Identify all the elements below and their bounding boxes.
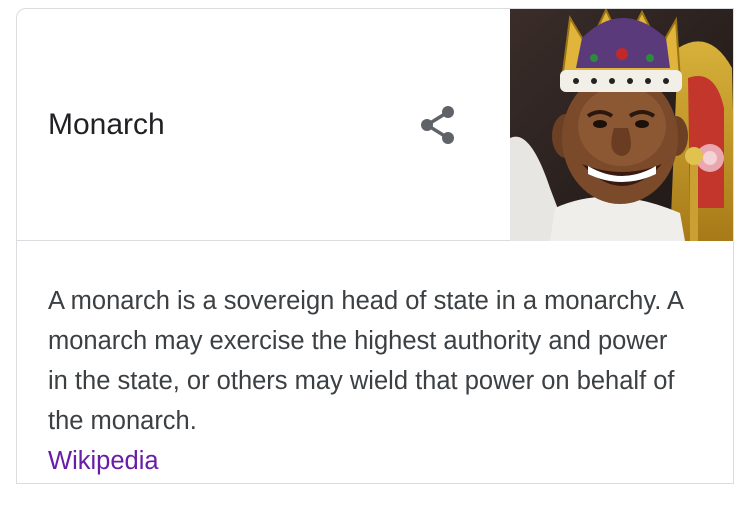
- panel-thumbnail[interactable]: [510, 9, 733, 241]
- share-button[interactable]: [417, 104, 459, 146]
- wikipedia-link[interactable]: Wikipedia: [48, 441, 688, 481]
- panel-header: Monarch: [17, 9, 733, 241]
- panel-description: A monarch is a sovereign head of state i…: [48, 281, 688, 481]
- caricature-king-image: [510, 9, 733, 241]
- panel-title: Monarch: [48, 108, 165, 141]
- share-icon: [421, 106, 454, 144]
- description-text: A monarch is a sovereign head of state i…: [48, 287, 683, 435]
- knowledge-panel: Monarch A monarch is a sovereign head of…: [16, 8, 734, 484]
